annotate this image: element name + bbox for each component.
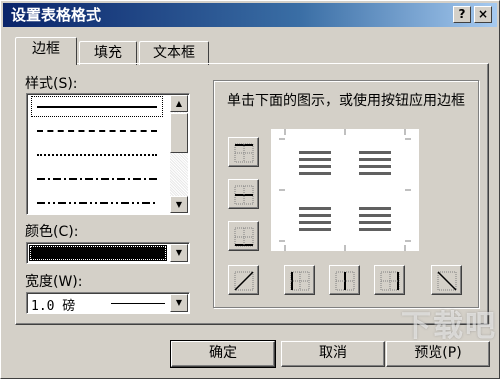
scroll-thumb[interactable] xyxy=(170,113,188,153)
line-style-dashed[interactable] xyxy=(31,120,163,141)
scroll-up-icon[interactable]: ▲ xyxy=(170,95,188,112)
width-select[interactable]: 1.0 磅 ▼ xyxy=(26,292,190,314)
diagonal-up-icon xyxy=(234,271,254,291)
cancel-button[interactable]: 取消 xyxy=(281,341,385,367)
watermark-logo: 下载吧 xyxy=(401,309,497,344)
chevron-down-icon[interactable]: ▼ xyxy=(170,294,188,312)
close-button[interactable]: × xyxy=(474,6,492,23)
color-swatch xyxy=(29,245,167,261)
color-select[interactable]: ▼ xyxy=(26,242,190,264)
scroll-down-icon[interactable]: ▼ xyxy=(170,196,188,213)
border-bottom-icon xyxy=(234,227,254,247)
diagonal-down-border-button[interactable] xyxy=(431,265,462,295)
ok-button[interactable]: 确定 xyxy=(170,340,276,368)
line-style-dash-dot[interactable] xyxy=(31,168,163,189)
right-border-button[interactable] xyxy=(374,265,405,295)
line-style-dotted[interactable] xyxy=(31,144,163,165)
border-right-icon xyxy=(380,271,400,291)
format-table-dialog: 设置表格格式 ? × 边框 填充 文本框 样式(S): ▲ ▼ 颜色(C): ▼… xyxy=(0,0,500,379)
line-style-list[interactable]: ▲ ▼ xyxy=(26,93,190,215)
tab-border[interactable]: 边框 xyxy=(15,37,77,65)
line-style-dash-dot-dot[interactable] xyxy=(31,192,163,213)
border-inside-vertical-icon xyxy=(335,271,355,291)
diagonal-up-border-button[interactable] xyxy=(228,265,259,295)
border-left-icon xyxy=(290,271,310,291)
top-border-button[interactable] xyxy=(228,137,259,167)
dialog-title: 设置表格格式 xyxy=(11,6,102,24)
preview-hint: 单击下面的图示，或使用按钮应用边框 xyxy=(227,93,465,109)
chevron-down-icon[interactable]: ▼ xyxy=(170,244,188,262)
border-inside-horizontal-icon xyxy=(234,185,254,205)
color-label: 颜色(C): xyxy=(25,224,79,240)
diagonal-down-icon xyxy=(437,271,457,291)
width-value: 1.0 磅 xyxy=(31,299,76,314)
style-label: 样式(S): xyxy=(25,76,78,92)
border-preview[interactable] xyxy=(271,129,419,251)
width-line-sample xyxy=(111,303,165,304)
help-button[interactable]: ? xyxy=(453,6,471,23)
left-border-button[interactable] xyxy=(284,265,315,295)
tab-textbox[interactable]: 文本框 xyxy=(139,41,209,65)
border-top-icon xyxy=(234,143,254,163)
inside-horizontal-border-button[interactable] xyxy=(228,179,259,209)
title-bar: 设置表格格式 ? × xyxy=(3,3,497,27)
tab-fill[interactable]: 填充 xyxy=(79,41,137,65)
style-scrollbar[interactable]: ▲ ▼ xyxy=(170,95,188,213)
bottom-border-button[interactable] xyxy=(228,221,259,251)
width-label: 宽度(W): xyxy=(25,274,83,290)
line-style-solid[interactable] xyxy=(31,96,163,117)
inside-vertical-border-button[interactable] xyxy=(329,265,360,295)
table-preview-icon xyxy=(279,129,411,251)
